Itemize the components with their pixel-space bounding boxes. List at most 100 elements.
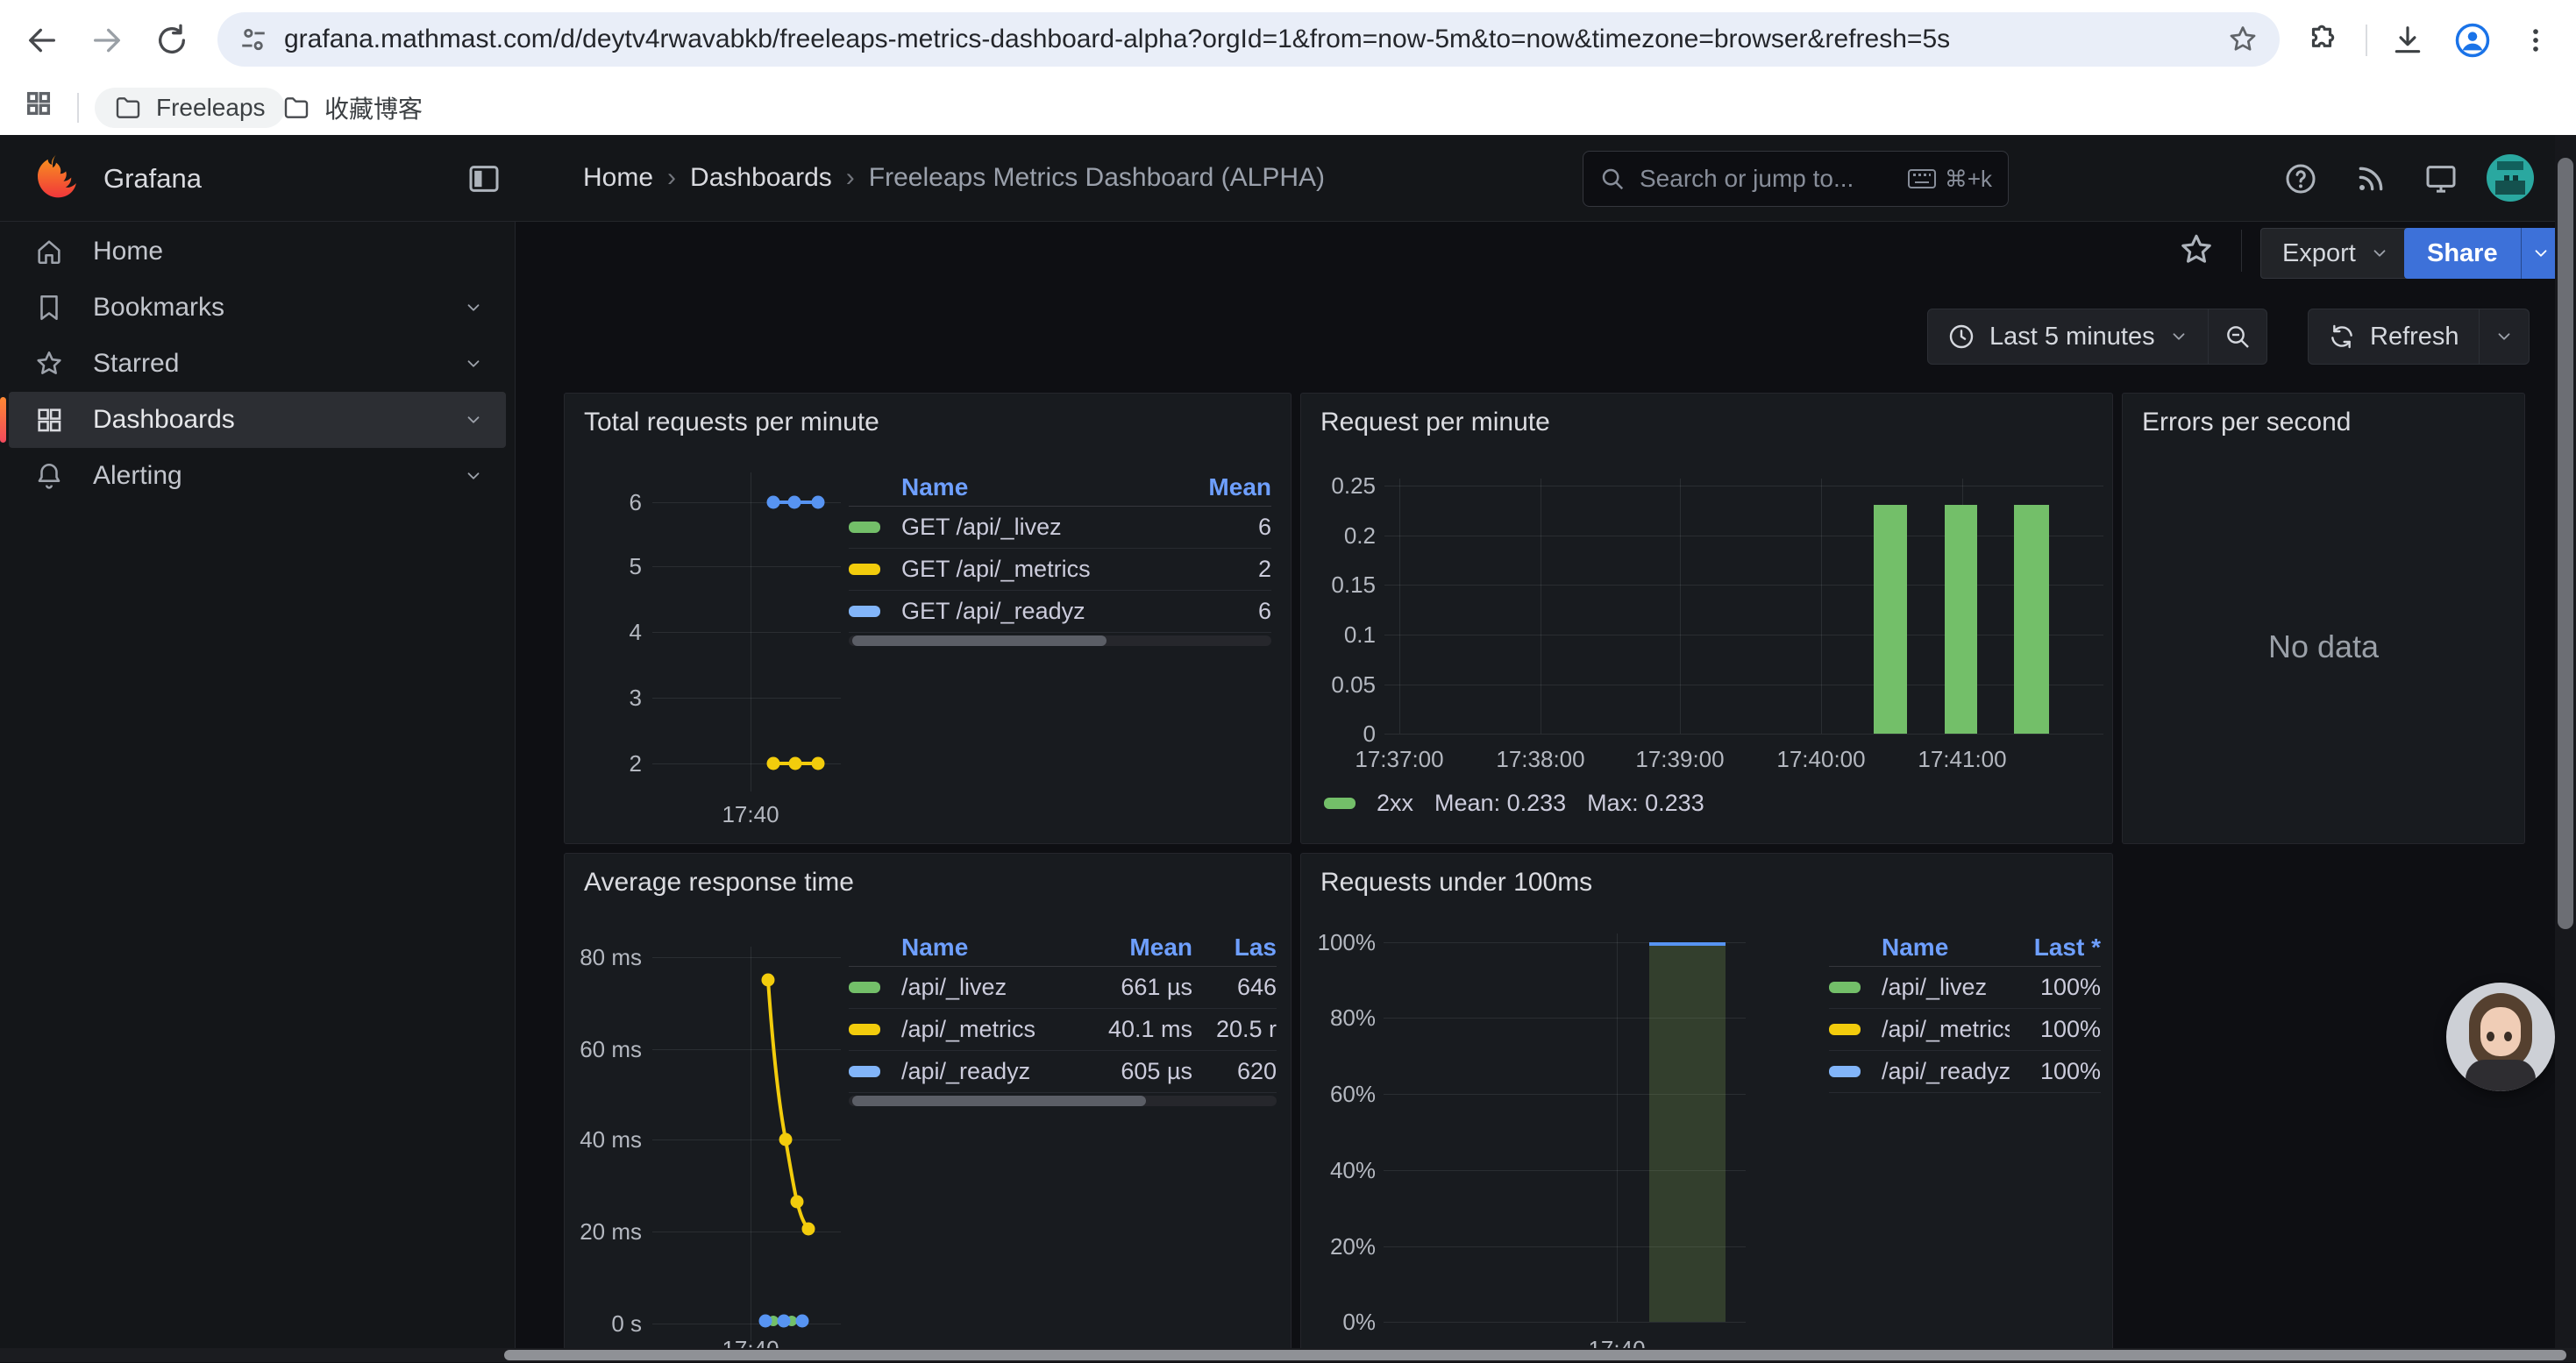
legend-series-name[interactable]: /api/_metrics — [901, 1016, 1101, 1043]
chevron-down-icon[interactable] — [464, 466, 483, 486]
news-button[interactable] — [2353, 161, 2388, 196]
grafana-logo[interactable] — [32, 153, 81, 202]
series-color-chip — [849, 982, 880, 993]
legend-scrollbar[interactable] — [849, 1096, 1277, 1106]
panel-requests-under-100ms[interactable]: Requests under 100ms 100% 80% 60% 40% 20… — [1300, 853, 2113, 1362]
legend-header-name[interactable]: Name — [901, 934, 1101, 962]
dock-sidebar-button[interactable] — [466, 161, 502, 196]
legend-header-last[interactable]: Las — [1192, 934, 1277, 962]
legend-max-stat: Max: 0.233 — [1587, 790, 1704, 817]
back-button[interactable] — [16, 14, 68, 67]
legend-series-name[interactable]: /api/_livez — [1882, 974, 2010, 1001]
chevron-down-icon — [2169, 327, 2188, 346]
apps-grid-icon — [24, 89, 53, 118]
vertical-scrollbar-thumb[interactable] — [2558, 158, 2573, 929]
reload-button[interactable] — [146, 14, 198, 67]
refresh-interval-button[interactable] — [2480, 309, 2529, 364]
url-text[interactable]: grafana.mathmast.com/d/deytv4rwavabkb/fr… — [284, 25, 2217, 54]
chevron-down-icon[interactable] — [464, 410, 483, 429]
y-tick: 60% — [1301, 1082, 1376, 1106]
panel-legend-table: Name Last * /api/_livez 100% /api/_metri… — [1829, 929, 2101, 1093]
legend-mean-stat: Mean: 0.233 — [1434, 790, 1566, 817]
legend-header-last[interactable]: Last * — [2010, 934, 2101, 962]
panel-errors-per-second[interactable]: Errors per second No data — [2122, 393, 2525, 844]
legend-series-name[interactable]: GET /api/_readyz — [901, 598, 1180, 625]
legend-series-name[interactable]: /api/_livez — [901, 974, 1101, 1001]
panel-total-requests[interactable]: Total requests per minute 6 5 4 3 2 17:4… — [564, 393, 1292, 844]
share-button[interactable]: Share — [2404, 228, 2521, 279]
forward-button[interactable] — [81, 14, 133, 67]
legend-header-mean[interactable]: Mean — [1180, 473, 1271, 501]
apps-button[interactable] — [12, 77, 65, 130]
y-tick: 4 — [565, 620, 642, 644]
chevron-down-icon[interactable] — [464, 354, 483, 373]
search-input[interactable] — [1638, 164, 1908, 194]
sidebar-item-bookmarks[interactable]: Bookmarks — [9, 280, 506, 336]
downloads-button[interactable] — [2381, 14, 2434, 67]
legend-header-mean[interactable]: Mean — [1101, 934, 1192, 962]
chevron-down-icon[interactable] — [464, 298, 483, 317]
refresh-group: Refresh — [2308, 309, 2530, 365]
x-tick: 17:37:00 — [1355, 746, 1443, 773]
favorite-dashboard-button[interactable] — [2178, 231, 2215, 268]
legend-row[interactable]: /api/_livez 661 µs 646 — [849, 967, 1277, 1009]
search-box[interactable]: ⌘+k — [1583, 151, 2009, 207]
horizontal-scrollbar[interactable] — [0, 1348, 2576, 1362]
export-button[interactable]: Export — [2260, 228, 2411, 279]
series-color-chip — [849, 1066, 880, 1077]
rss-icon — [2353, 161, 2388, 196]
refresh-button[interactable]: Refresh — [2309, 309, 2479, 364]
legend-row[interactable]: GET /api/_readyz 6 — [849, 591, 1271, 633]
series-color-chip — [1829, 1066, 1861, 1077]
legend-row[interactable]: /api/_metrics 40.1 ms 20.5 r — [849, 1009, 1277, 1051]
legend-row[interactable]: GET /api/_metrics 2 — [849, 549, 1271, 591]
sidebar-item-dashboards[interactable]: Dashboards — [9, 392, 506, 448]
legend-row[interactable]: /api/_livez 100% — [1829, 967, 2101, 1009]
panel-avg-response-time[interactable]: Average response time 80 ms 60 ms 40 ms … — [564, 853, 1292, 1362]
share-label: Share — [2427, 239, 2498, 268]
legend-series-name[interactable]: 2xx — [1377, 790, 1413, 817]
url-bar[interactable]: grafana.mathmast.com/d/deytv4rwavabkb/fr… — [217, 12, 2280, 67]
tv-mode-button[interactable] — [2423, 161, 2459, 196]
breadcrumb-home[interactable]: Home — [583, 163, 653, 193]
site-settings-icon[interactable] — [238, 25, 268, 54]
panel-title[interactable]: Errors per second — [2142, 408, 2351, 437]
panel-title[interactable]: Total requests per minute — [584, 408, 879, 437]
profile-button[interactable] — [2446, 14, 2499, 67]
sidebar-item-label: Starred — [93, 349, 179, 379]
help-button[interactable] — [2283, 161, 2318, 196]
grafana-brand[interactable]: Grafana — [103, 163, 202, 195]
user-avatar[interactable] — [2487, 154, 2534, 202]
time-range-picker[interactable]: Last 5 minutes — [1928, 309, 2208, 364]
legend-series-name[interactable]: /api/_metrics — [1882, 1016, 2010, 1043]
sidebar-item-starred[interactable]: Starred — [9, 336, 506, 392]
horizontal-scrollbar-thumb[interactable] — [504, 1350, 2566, 1360]
bookmark-star-icon[interactable] — [2227, 24, 2259, 55]
bookmark-folder-blogs[interactable]: 收藏博客 — [263, 88, 442, 128]
legend-header-name[interactable]: Name — [1882, 934, 2010, 962]
chrome-menu-button[interactable] — [2509, 14, 2562, 67]
sidebar-item-home[interactable]: Home — [9, 224, 506, 280]
assistant-avatar[interactable] — [2446, 983, 2555, 1091]
extensions-button[interactable] — [2295, 14, 2348, 67]
panel-request-per-minute[interactable]: Request per minute 0.25 0.2 0.15 0.1 0.0… — [1300, 393, 2113, 844]
legend-row[interactable]: /api/_metrics 100% — [1829, 1009, 2101, 1051]
legend-row[interactable]: GET /api/_livez 6 — [849, 507, 1271, 549]
legend-row[interactable]: /api/_readyz 605 µs 620 — [849, 1051, 1277, 1093]
legend-series-name[interactable]: /api/_readyz — [1882, 1058, 2010, 1085]
legend-scrollbar[interactable] — [849, 635, 1271, 646]
legend-series-name[interactable]: /api/_readyz — [901, 1058, 1101, 1085]
star-outline-icon — [2178, 231, 2215, 268]
vertical-scrollbar[interactable] — [2555, 135, 2576, 1348]
bookmark-folder-freeleaps[interactable]: Freeleaps — [95, 88, 285, 128]
zoom-out-button[interactable] — [2209, 309, 2266, 364]
breadcrumb-dashboards[interactable]: Dashboards — [690, 163, 832, 193]
legend-row[interactable]: /api/_readyz 100% — [1829, 1051, 2101, 1093]
legend-series-name[interactable]: GET /api/_metrics — [901, 556, 1180, 583]
legend-series-name[interactable]: GET /api/_livez — [901, 514, 1180, 541]
panel-title[interactable]: Request per minute — [1320, 408, 1550, 437]
sidebar-item-alerting[interactable]: Alerting — [9, 448, 506, 504]
legend-header-name[interactable]: Name — [901, 473, 1180, 501]
panel-title[interactable]: Requests under 100ms — [1320, 868, 1592, 898]
no-data-message: No data — [2123, 628, 2524, 665]
